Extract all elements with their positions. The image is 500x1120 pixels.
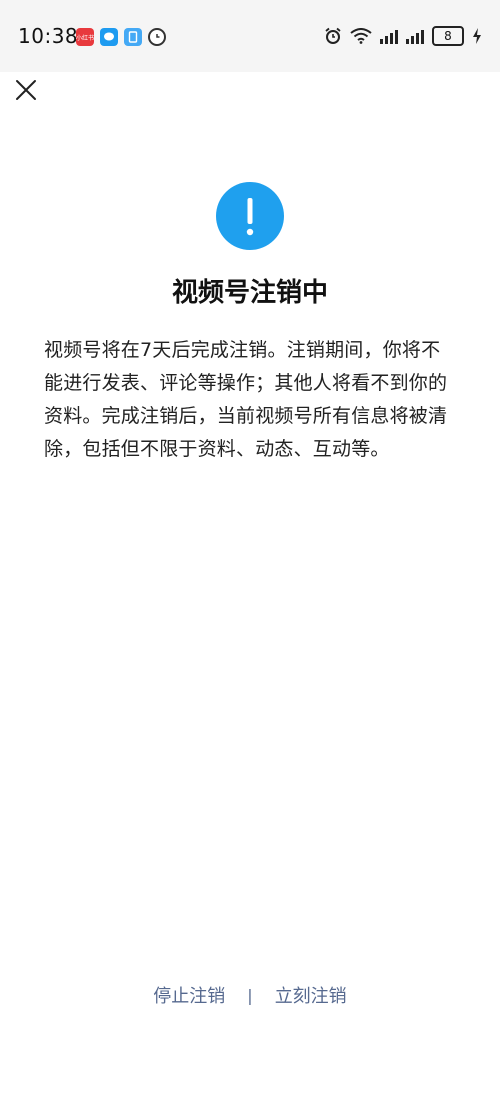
close-button[interactable]	[12, 76, 40, 104]
page-title: 视频号注销中	[171, 278, 328, 308]
status-indicators: 8	[324, 26, 482, 46]
signal-icon	[380, 28, 398, 44]
notification-app-icons: 小红书	[76, 28, 166, 46]
xiaohongshu-icon: 小红书	[76, 28, 94, 46]
action-separator: |	[247, 985, 253, 1005]
battery-indicator: 8	[432, 26, 464, 46]
close-icon	[16, 80, 36, 100]
chat-icon	[100, 28, 118, 46]
cancel-immediately-button[interactable]: 立刻注销	[275, 982, 347, 1008]
charging-icon	[473, 28, 481, 44]
status-time: 10:38	[18, 24, 79, 48]
alert-icon	[216, 182, 284, 250]
status-bar: 10:38 小红书 8	[0, 0, 500, 72]
clock-icon	[148, 28, 166, 46]
notice-description: 视频号将在7天后完成注销。注销期间，你将不能进行发表、评论等操作；其他人将看不到…	[44, 339, 448, 460]
alarm-icon	[325, 27, 341, 44]
stop-cancellation-button[interactable]: 停止注销	[153, 982, 225, 1008]
note-icon	[124, 28, 142, 46]
wifi-icon	[350, 28, 372, 44]
battery-level: 8	[444, 29, 452, 43]
bottom-actions: 停止注销 | 立刻注销	[0, 982, 500, 1008]
signal-icon-2	[406, 28, 424, 44]
